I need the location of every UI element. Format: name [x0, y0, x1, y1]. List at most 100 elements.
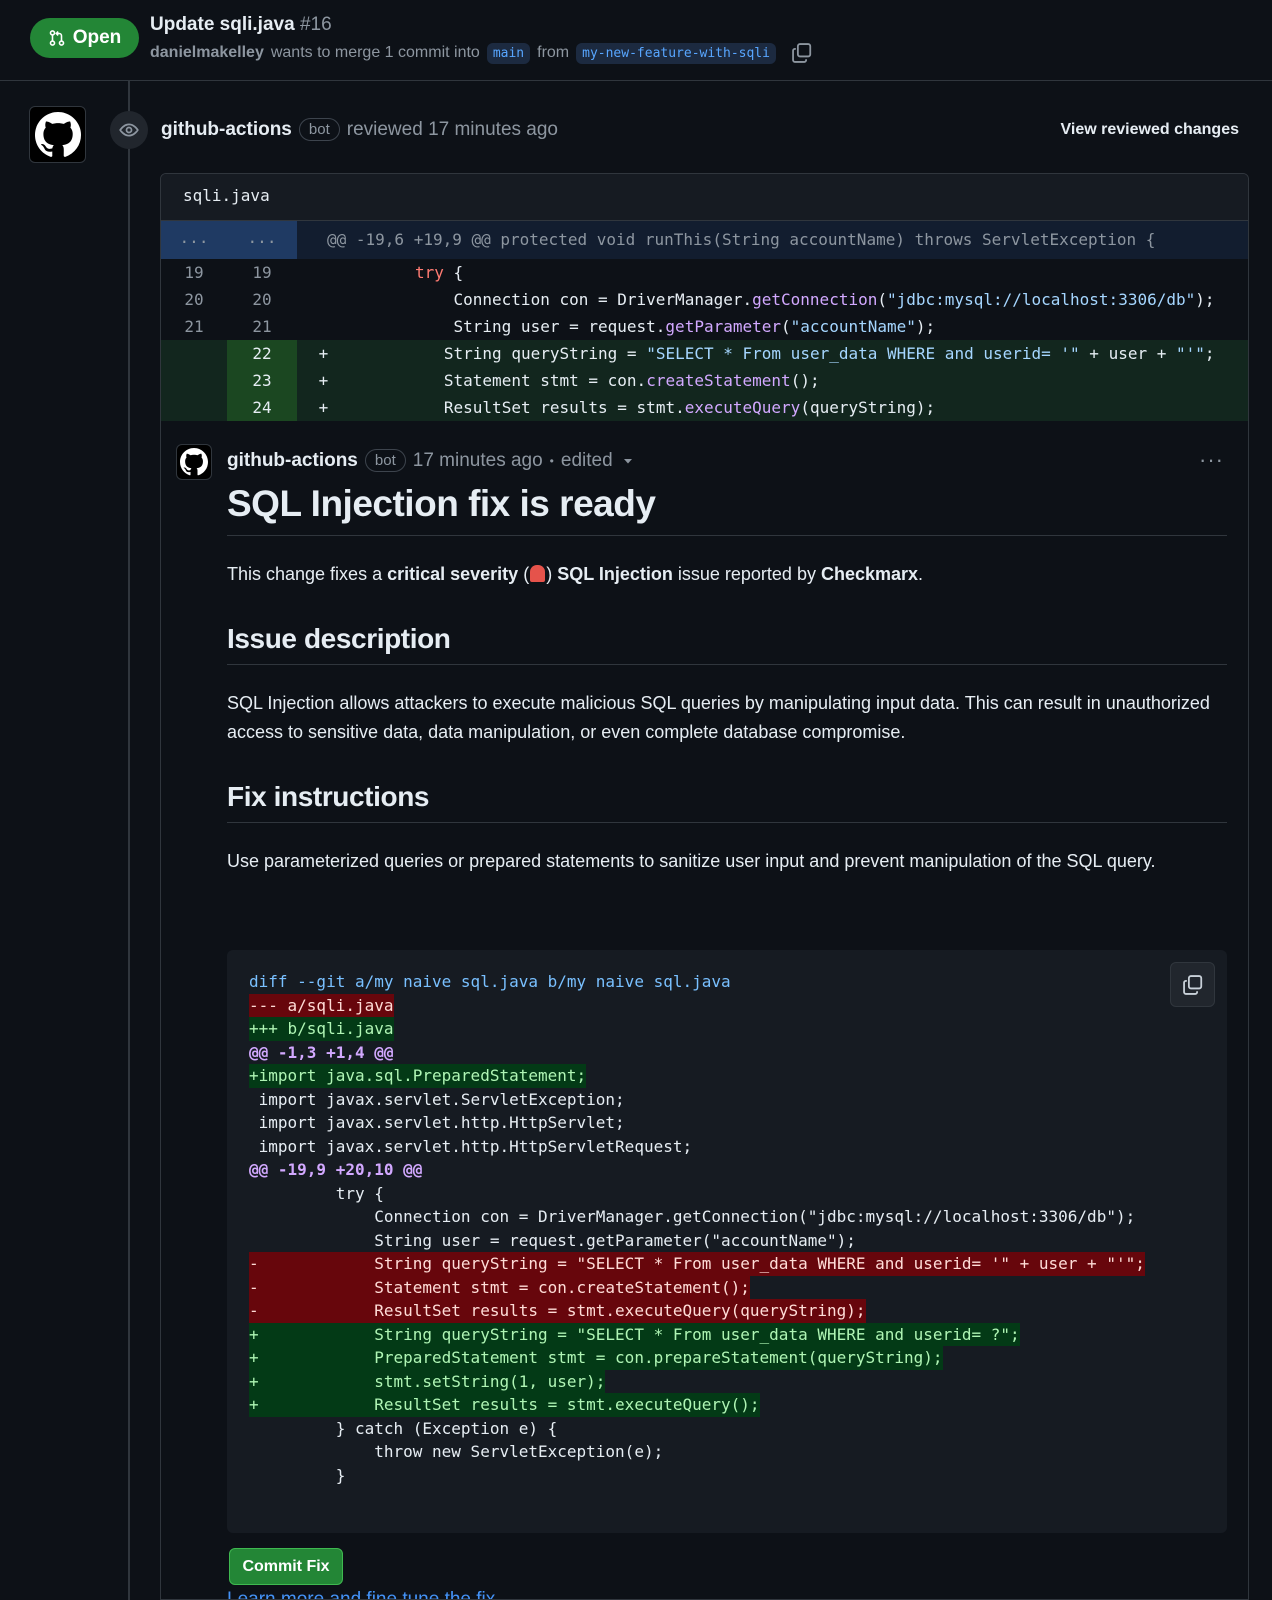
new-line-number[interactable]: 19	[229, 259, 295, 286]
diff-code: + ResultSet results = stmt.executeQuery(…	[318, 398, 936, 417]
code-line-text: import javax.servlet.ServletException;	[249, 1089, 625, 1109]
copy-branch-icon[interactable]	[791, 42, 813, 64]
copy-code-button[interactable]	[1170, 962, 1215, 1007]
diff-hunk-header: ... ... @@ -19,6 +19,9 @@ protected void…	[161, 221, 1248, 259]
pr-status-label: Open	[72, 27, 122, 48]
new-line-number[interactable]: 23	[227, 367, 297, 394]
review-action: reviewed 17 minutes ago	[346, 118, 558, 140]
comment-options-button[interactable]: ···	[1199, 447, 1224, 473]
code-line-text: + ResultSet results = stmt.executeQuery(…	[249, 1393, 760, 1417]
diff-code: + String queryString = "SELECT * From us…	[318, 344, 1215, 363]
separator-dot: •	[549, 453, 554, 468]
expand-up-button[interactable]: ...	[161, 221, 227, 259]
code-line-text: @@ -19,9 +20,10 @@	[249, 1160, 423, 1179]
code-line: @@ -19,9 +20,10 @@	[249, 1158, 1205, 1182]
code-line: }	[249, 1464, 1205, 1488]
review-thread-card: sqli.java ... ... @@ -19,6 +19,9 @@ prot…	[160, 173, 1249, 1600]
code-line-text: String user = request.getParameter("acco…	[249, 1230, 856, 1250]
code-line: String user = request.getParameter("acco…	[249, 1229, 1205, 1253]
view-reviewed-changes-link[interactable]: View reviewed changes	[1061, 121, 1239, 139]
code-line: import javax.servlet.http.HttpServlet;	[249, 1111, 1205, 1135]
code-line-text: throw new ServletException(e);	[249, 1442, 664, 1461]
pr-meta: danielmakelley wants to merge 1 commit i…	[150, 42, 813, 64]
pull-request-icon	[49, 30, 65, 46]
code-line: try {	[249, 1182, 1205, 1206]
old-line-number[interactable]: 19	[161, 259, 227, 286]
issue-description-text: SQL Injection allows attackers to execut…	[227, 693, 1210, 742]
code-lines: diff --git a/my naive sql.java b/my naiv…	[249, 970, 1205, 1487]
diff-filename[interactable]: sqli.java	[161, 174, 1248, 221]
new-line-number[interactable]: 20	[229, 286, 295, 313]
pr-header: Open Update sqli.java #16 danielmakelley…	[0, 0, 1272, 81]
diff-code: + Statement stmt = con.createStatement()…	[318, 371, 820, 390]
code-line: import javax.servlet.http.HttpServletReq…	[249, 1135, 1205, 1159]
code-line-text: try {	[249, 1183, 384, 1203]
review-event-badge	[110, 111, 148, 149]
eye-icon	[119, 123, 139, 137]
code-line-text: diff --git a/my naive sql.java b/my naiv…	[249, 972, 731, 991]
code-line: +import java.sql.PreparedStatement;	[249, 1064, 1205, 1088]
code-line-text: import javax.servlet.http.HttpServlet;	[249, 1113, 625, 1132]
diff-line: 20 20 Connection con = DriverManager.get…	[161, 286, 1248, 313]
learn-more-link[interactable]: Learn more and fine tune the fix	[227, 1589, 495, 1599]
code-line: import javax.servlet.ServletException;	[249, 1088, 1205, 1112]
old-line-number[interactable]: 20	[161, 286, 227, 313]
new-line-number[interactable]: 21	[229, 313, 295, 340]
code-line: - Statement stmt = con.createStatement()…	[249, 1275, 1205, 1299]
code-line-text: - ResultSet results = stmt.executeQuery(…	[249, 1299, 866, 1323]
bot-badge: bot	[364, 449, 406, 472]
diff-line-added: 23 + Statement stmt = con.createStatemen…	[161, 367, 1248, 394]
comment-time[interactable]: 17 minutes ago	[413, 450, 543, 472]
pr-title: Update sqli.java #16	[150, 14, 332, 36]
code-line: + ResultSet results = stmt.executeQuery(…	[249, 1393, 1205, 1417]
code-line: Connection con = DriverManager.getConnec…	[249, 1205, 1205, 1229]
reviewer-name[interactable]: github-actions	[161, 119, 292, 141]
code-line: +++ b/sqli.java	[249, 1017, 1205, 1041]
caret-down-icon[interactable]	[622, 455, 634, 467]
code-line: + PreparedStatement stmt = con.prepareSt…	[249, 1346, 1205, 1370]
fix-instructions-heading: Fix instructions	[227, 781, 1227, 823]
code-line-text: }	[249, 1465, 346, 1485]
code-line-text: - String queryString = "SELECT * From us…	[249, 1252, 1145, 1276]
pr-title-text: Update sqli.java	[150, 14, 295, 35]
edited-dropdown[interactable]: edited	[561, 450, 613, 472]
code-line-text: - Statement stmt = con.createStatement()…	[249, 1275, 750, 1299]
diff-code: try {	[414, 263, 464, 282]
code-line-text: @@ -1,3 +1,4 @@	[249, 1042, 394, 1062]
diff-line-added: 22 + String queryString = "SELECT * From…	[161, 340, 1248, 367]
code-line-text: + stmt.setString(1, user);	[249, 1369, 606, 1393]
new-line-number[interactable]: 24	[227, 394, 297, 421]
pr-author-link[interactable]: danielmakelley	[150, 44, 264, 62]
github-logo-icon	[180, 448, 208, 476]
code-line-text: +import java.sql.PreparedStatement;	[249, 1064, 587, 1088]
code-line-text: } catch (Exception e) {	[249, 1418, 558, 1438]
github-avatar[interactable]	[29, 106, 86, 163]
hunk-header-text: @@ -19,6 +19,9 @@ protected void runThis…	[327, 230, 1156, 249]
code-line: + stmt.setString(1, user);	[249, 1369, 1205, 1393]
old-line-number[interactable]: 21	[161, 313, 227, 340]
pr-from-text: from	[537, 44, 570, 61]
copy-icon	[1182, 974, 1202, 995]
comment-avatar[interactable]	[176, 444, 212, 480]
code-line-text: Connection con = DriverManager.getConnec…	[249, 1207, 1136, 1226]
comment-title: SQL Injection fix is ready	[227, 483, 1227, 536]
commit-fix-button[interactable]: Commit Fix	[229, 1548, 343, 1585]
code-line-text: --- a/sqli.java	[249, 993, 394, 1017]
comment-author[interactable]: github-actions	[227, 450, 358, 472]
bot-badge: bot	[298, 118, 340, 141]
suggested-fix-codeblock: diff --git a/my naive sql.java b/my naiv…	[227, 950, 1227, 1533]
code-line: diff --git a/my naive sql.java b/my naiv…	[249, 970, 1205, 994]
new-line-number[interactable]: 22	[227, 340, 297, 367]
github-logo-icon	[34, 111, 81, 157]
pr-status-badge: Open	[30, 18, 139, 58]
expand-down-button[interactable]: ...	[227, 221, 297, 259]
code-line: @@ -1,3 +1,4 @@	[249, 1041, 1205, 1065]
pr-meta-text: wants to merge 1 commit into	[270, 44, 480, 61]
head-branch[interactable]: my-new-feature-with-sqli	[576, 42, 776, 64]
diff-line: 19 19 try {	[161, 259, 1248, 286]
code-line: - String queryString = "SELECT * From us…	[249, 1252, 1205, 1276]
code-line: throw new ServletException(e);	[249, 1440, 1205, 1464]
diff-line: 21 21 String user = request.getParameter…	[161, 313, 1248, 340]
fix-instructions-text: Use parameterized queries or prepared st…	[227, 851, 1156, 871]
base-branch[interactable]: main	[486, 42, 531, 64]
